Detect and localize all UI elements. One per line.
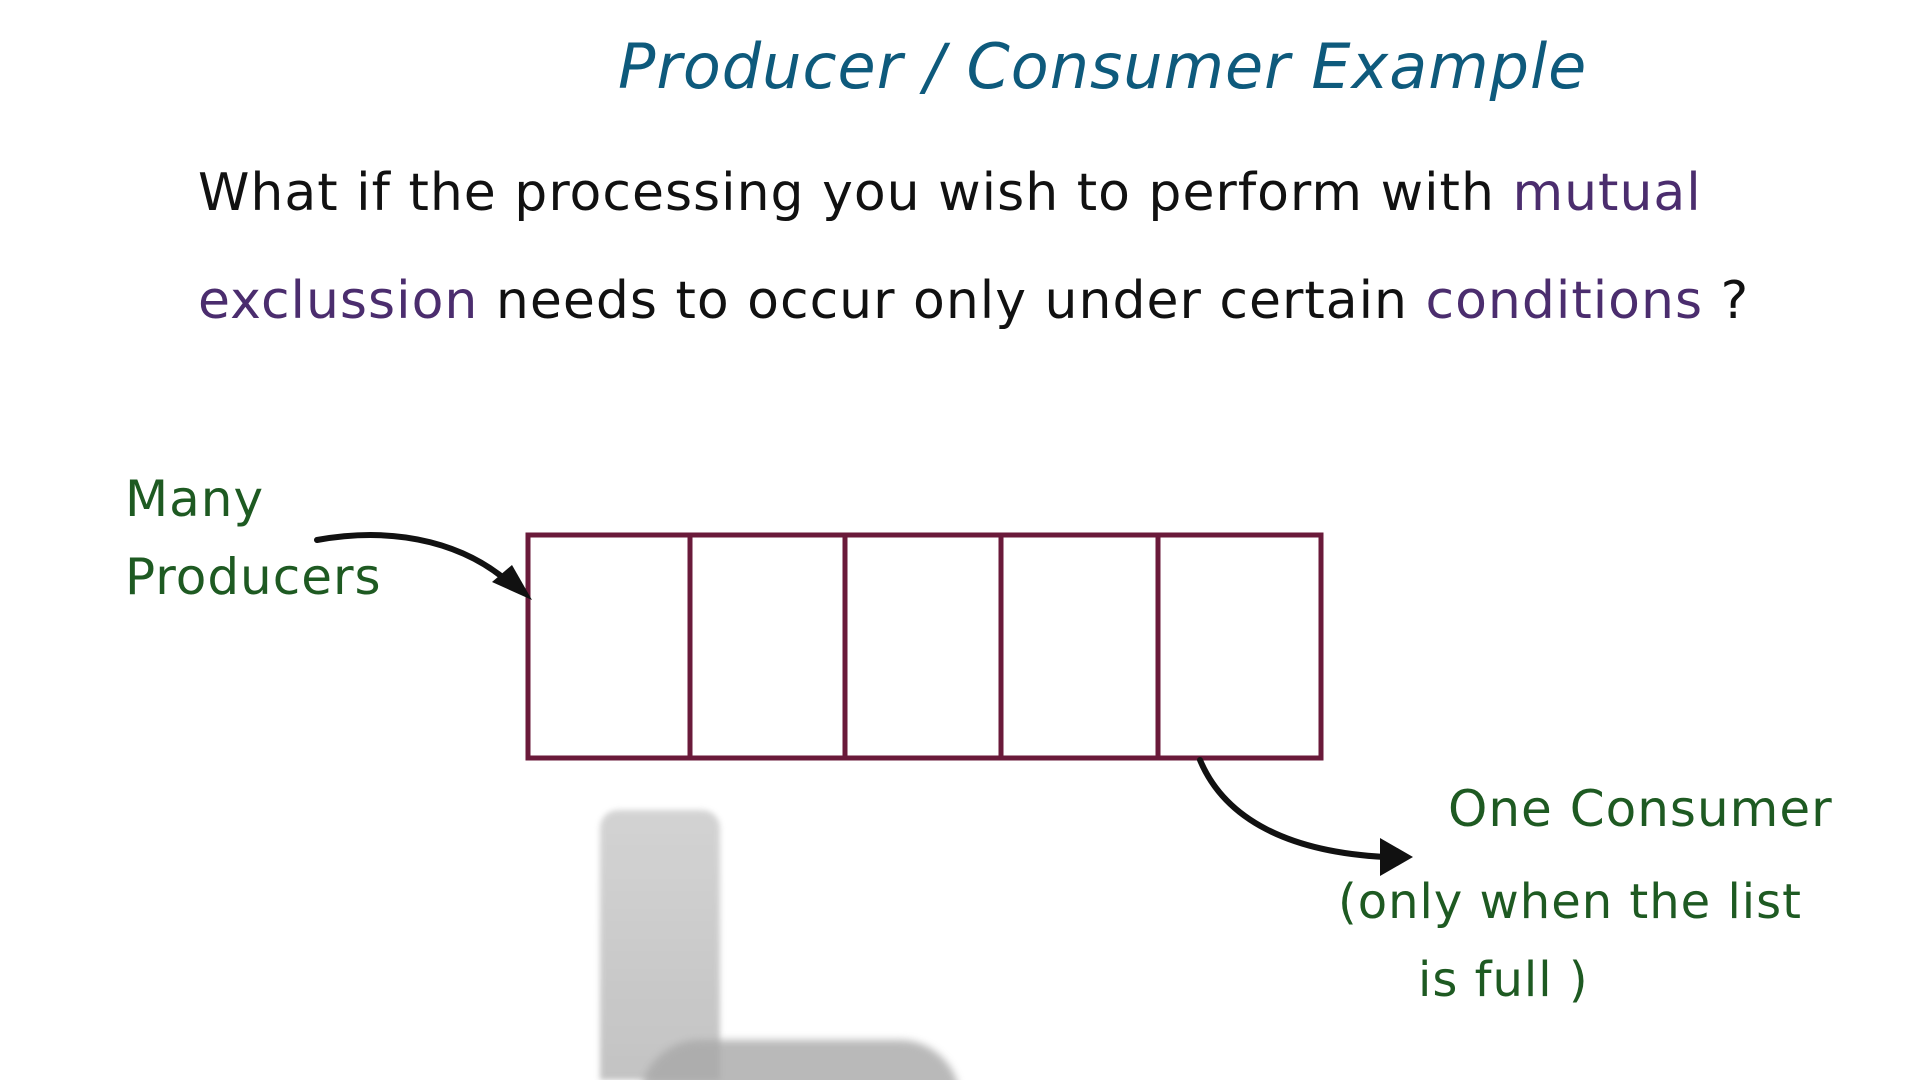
- producers-label: Many Producers: [125, 460, 382, 616]
- consumer-note-line2: is full ): [1418, 952, 1589, 1008]
- producers-label-line2: Producers: [125, 548, 382, 606]
- consumer-note-line1: (only when the list: [1338, 874, 1802, 930]
- consumer-arrow: [1197, 757, 1388, 860]
- buffer-box: [525, 532, 1324, 761]
- presenter-hand-shadow-base: [640, 1040, 960, 1080]
- consumer-label: One Consumer: [1448, 780, 1833, 838]
- whiteboard-canvas: Producer / Consumer Example What if the …: [0, 0, 1920, 1080]
- consumer-arrowhead: [1380, 838, 1413, 876]
- producers-label-line1: Many: [125, 470, 265, 528]
